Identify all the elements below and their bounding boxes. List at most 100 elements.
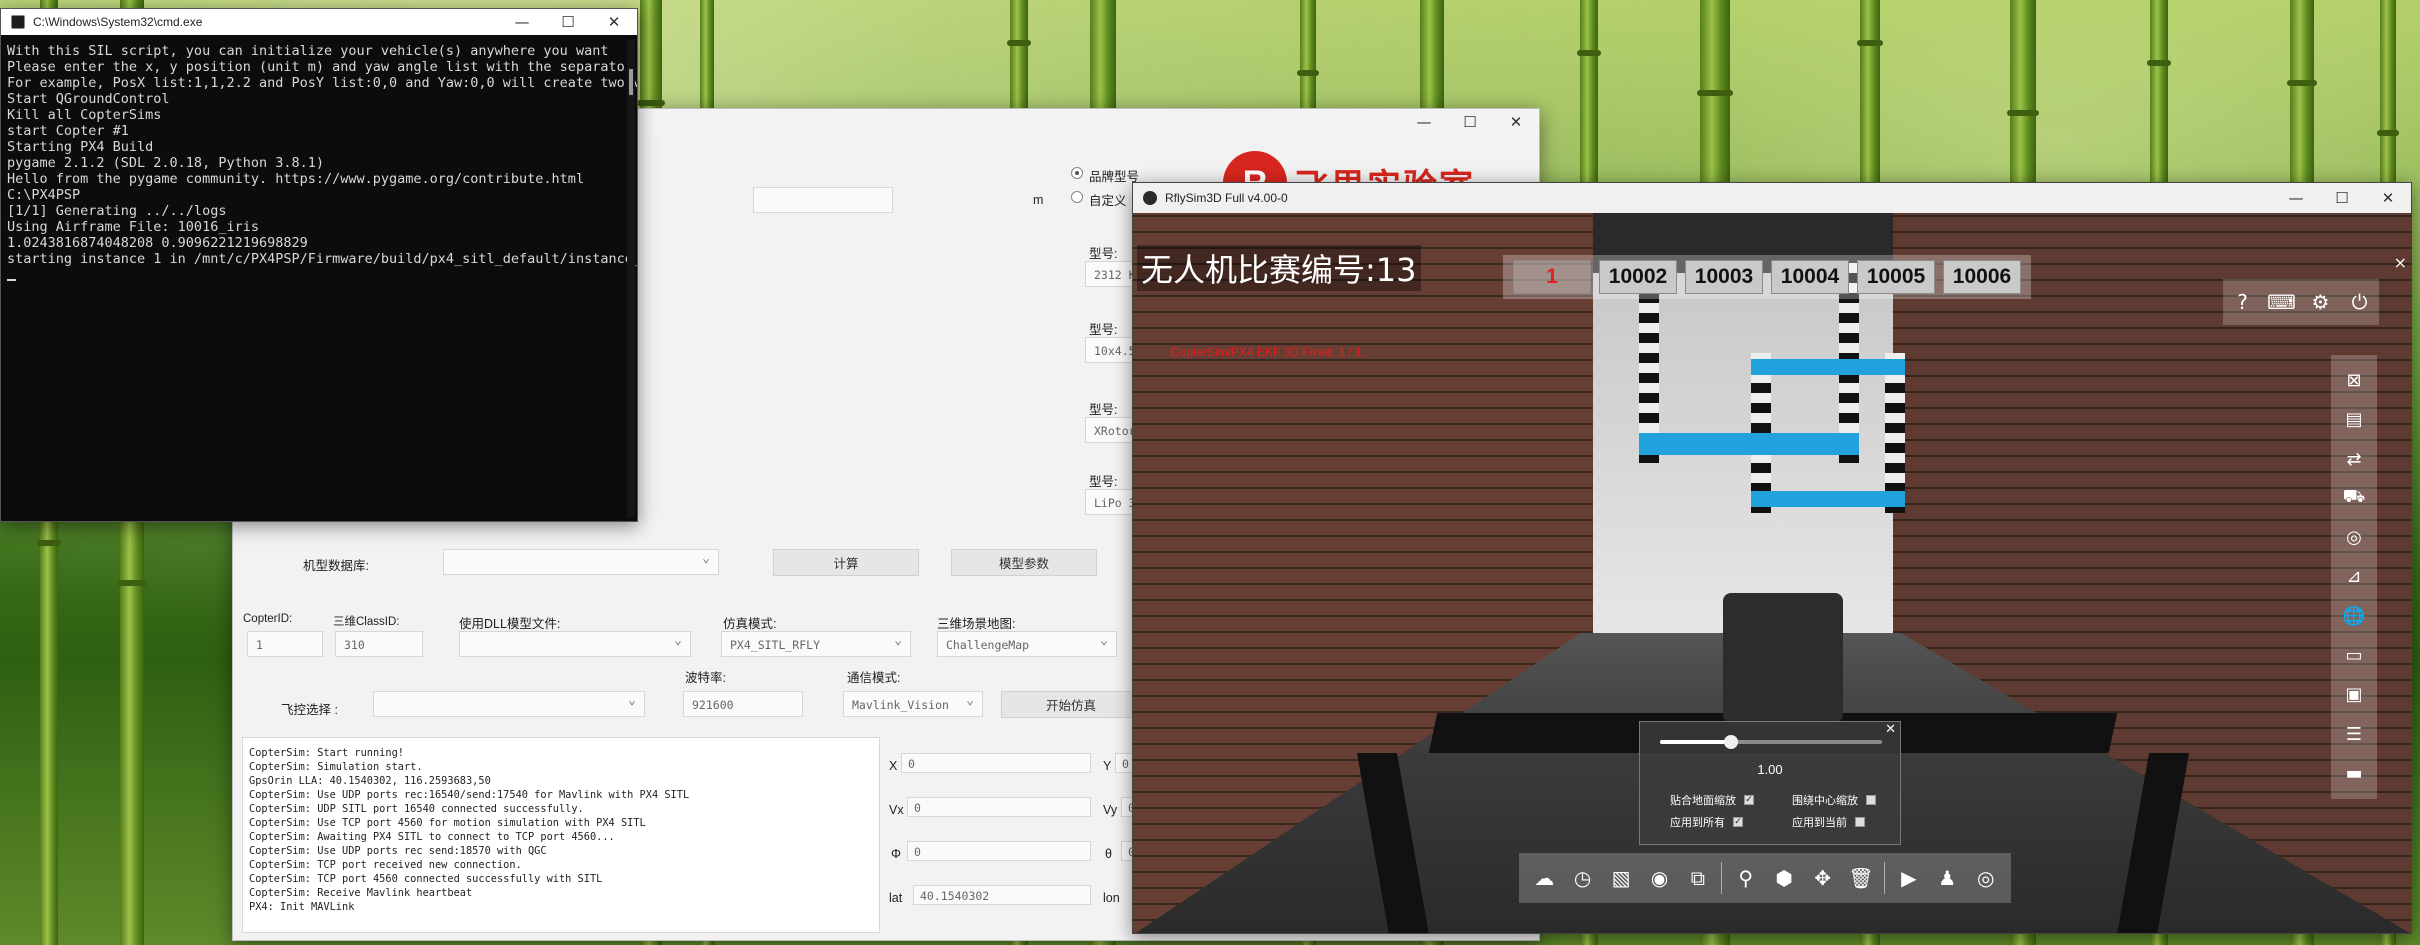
power-icon[interactable]: ⏻ — [2345, 287, 2375, 317]
move-icon[interactable]: ✥ — [1808, 863, 1838, 893]
sim-mode-select[interactable]: PX4_SITL_RFLY — [721, 631, 911, 657]
check-all-row[interactable]: 应用到所有 ✓ — [1670, 814, 1743, 830]
cmd-output: With this SIL script, you can initialize… — [7, 43, 637, 521]
help-icon[interactable]: ? — [2228, 287, 2258, 317]
globe-icon[interactable]: 🌐 — [2340, 602, 2368, 630]
rflysim-icon — [1143, 191, 1157, 205]
minimize-button[interactable]: — — [2273, 185, 2319, 211]
vehicle-button[interactable]: 1 — [1513, 260, 1591, 294]
cmd-line: Start QGroundControl — [7, 91, 170, 107]
cmd-line: start Copter #1 — [7, 123, 129, 139]
vx-label: Vx — [889, 803, 904, 817]
dll-select[interactable] — [459, 631, 691, 657]
vehicle-button[interactable]: 10004 — [1771, 260, 1849, 294]
log-line: CopterSim: Use UDP ports rec send:18570 … — [249, 845, 547, 857]
vx-field[interactable]: 0 — [907, 797, 1091, 817]
settings-icon[interactable]: ⚙ — [2306, 287, 2336, 317]
copter-id-label: CopterID: — [243, 613, 293, 625]
cmd-line: 1.0243816874048208 0.9096221219698829 — [7, 235, 308, 251]
comm-select[interactable]: Mavlink_Vision — [843, 691, 983, 717]
check-center-row[interactable]: 围绕中心缩放 — [1792, 792, 1876, 808]
log-line: CopterSim: UDP SITL port 16540 connected… — [249, 803, 584, 815]
lat-field[interactable]: 40.1540302 — [913, 885, 1091, 905]
orbit-icon[interactable]: ◉ — [1644, 863, 1674, 893]
check-ground-box[interactable]: ✓ — [1744, 795, 1754, 805]
cmd-line: Starting PX4 Build — [7, 139, 154, 155]
scale-value: 1.00 — [1757, 762, 1783, 777]
cmd-icon — [11, 15, 25, 29]
class-id-label: 三维ClassID: — [333, 616, 400, 628]
close-button[interactable]: ✕ — [591, 9, 637, 35]
brand-radio[interactable] — [1071, 167, 1083, 179]
close-button[interactable]: ✕ — [1493, 109, 1539, 135]
log-line: CopterSim: TCP port received new connect… — [249, 859, 522, 871]
monitor-icon[interactable]: ▭ — [2340, 641, 2368, 669]
model-params-button[interactable]: 模型参数 — [951, 549, 1097, 576]
cmd-scrollbar[interactable] — [627, 39, 635, 517]
vehicle-button[interactable]: 10002 — [1599, 260, 1677, 294]
vehicle-button[interactable]: 10003 — [1685, 260, 1763, 294]
weather-icon[interactable]: ☁ — [1529, 863, 1559, 893]
vehicle-icon[interactable]: ⛟ — [2340, 484, 2368, 512]
close-icon[interactable]: ✕ — [1885, 722, 1896, 737]
layers-icon[interactable]: ⧉ — [1683, 863, 1713, 893]
target-icon[interactable]: ◎ — [2340, 524, 2368, 552]
image-icon[interactable]: ▧ — [1606, 863, 1636, 893]
panel-icon[interactable]: ▬ — [2340, 759, 2368, 787]
check-ground-row[interactable]: 贴合地面缩放 ✓ — [1670, 792, 1754, 808]
check-all-box[interactable]: ✓ — [1733, 817, 1743, 827]
vehicle-button[interactable]: 10006 — [1943, 260, 2021, 294]
camera-icon[interactable]: ▶ — [1894, 863, 1924, 893]
start-sim-button[interactable]: 开始仿真 — [1001, 691, 1141, 718]
grid-view-icon[interactable]: ⊠ — [2340, 367, 2368, 395]
minimize-button[interactable]: — — [499, 9, 545, 35]
display-icon[interactable]: ▣ — [2340, 681, 2368, 709]
maximize-button[interactable]: ☐ — [1447, 109, 1493, 135]
calc-button[interactable]: 计算 — [773, 549, 919, 576]
cmd-line: [1/1] Generating ../../logs — [7, 203, 227, 219]
clock-icon[interactable]: ◷ — [1568, 863, 1598, 893]
ruler-icon[interactable]: ⊿ — [2340, 563, 2368, 591]
copter-id-field[interactable]: 1 — [247, 631, 323, 657]
unit-label: m — [1033, 193, 1044, 207]
scale-slider[interactable] — [1660, 735, 1882, 749]
check-current-box[interactable] — [1855, 817, 1865, 827]
maximize-button[interactable]: ☐ — [2319, 185, 2365, 211]
list-icon[interactable]: ☰ — [2340, 720, 2368, 748]
vehicle-button[interactable]: 10005 — [1857, 260, 1935, 294]
db-label: 机型数据库: — [303, 559, 369, 573]
map-select[interactable]: ChallengeMap — [937, 631, 1117, 657]
hide-ui-icon[interactable]: ⨯ — [2394, 253, 2407, 272]
minimize-button[interactable]: — — [1401, 109, 1447, 135]
eye-icon[interactable]: ◎ — [1971, 863, 2001, 893]
custom-radio[interactable] — [1071, 191, 1083, 203]
log-line: CopterSim: TCP port 4560 connected succe… — [249, 873, 603, 885]
chat-icon[interactable]: ▤ — [2340, 406, 2368, 434]
log-line: CopterSim: Start running! — [249, 747, 404, 759]
unit-field[interactable] — [753, 187, 893, 213]
check-center-box[interactable] — [1866, 795, 1876, 805]
class-id-field[interactable]: 310 — [335, 631, 423, 657]
rflysim-title: RflySim3D Full v4.00-0 — [1165, 191, 1288, 205]
x-field[interactable]: 0 — [901, 753, 1091, 773]
fc-select[interactable] — [373, 691, 645, 717]
sim-mode-label: 仿真模式: — [723, 617, 777, 631]
route-icon[interactable]: ⇄ — [2340, 445, 2368, 473]
check-current-row[interactable]: 应用到当前 — [1792, 814, 1865, 830]
keyboard-icon[interactable]: ⌨ — [2267, 287, 2297, 317]
close-button[interactable]: ✕ — [2365, 185, 2411, 211]
pin-icon[interactable]: ⚲ — [1731, 863, 1761, 893]
coptersim-log: CopterSim: Start running! CopterSim: Simu… — [242, 737, 880, 933]
trash-icon[interactable]: 🗑 — [1846, 863, 1876, 893]
db-select[interactable] — [443, 549, 719, 575]
3d-viewport[interactable]: 无人机比赛编号:13 CopterSim/PX4 EKF 3D Fixed: 1… — [1133, 213, 2411, 933]
baud-field[interactable]: 921600 — [683, 691, 803, 717]
scale-slider-thumb[interactable] — [1724, 735, 1739, 749]
rflysim-titlebar: RflySim3D Full v4.00-0 — [1133, 183, 2411, 213]
person-icon[interactable]: ♟ — [1932, 863, 1962, 893]
phi-field[interactable]: 0 — [907, 841, 1091, 861]
maximize-button[interactable]: ☐ — [545, 9, 591, 35]
model-label-3: 型号: — [1089, 403, 1118, 417]
object-icon[interactable]: ⬢ — [1769, 863, 1799, 893]
log-line: PX4: Init MAVLink — [249, 901, 355, 913]
